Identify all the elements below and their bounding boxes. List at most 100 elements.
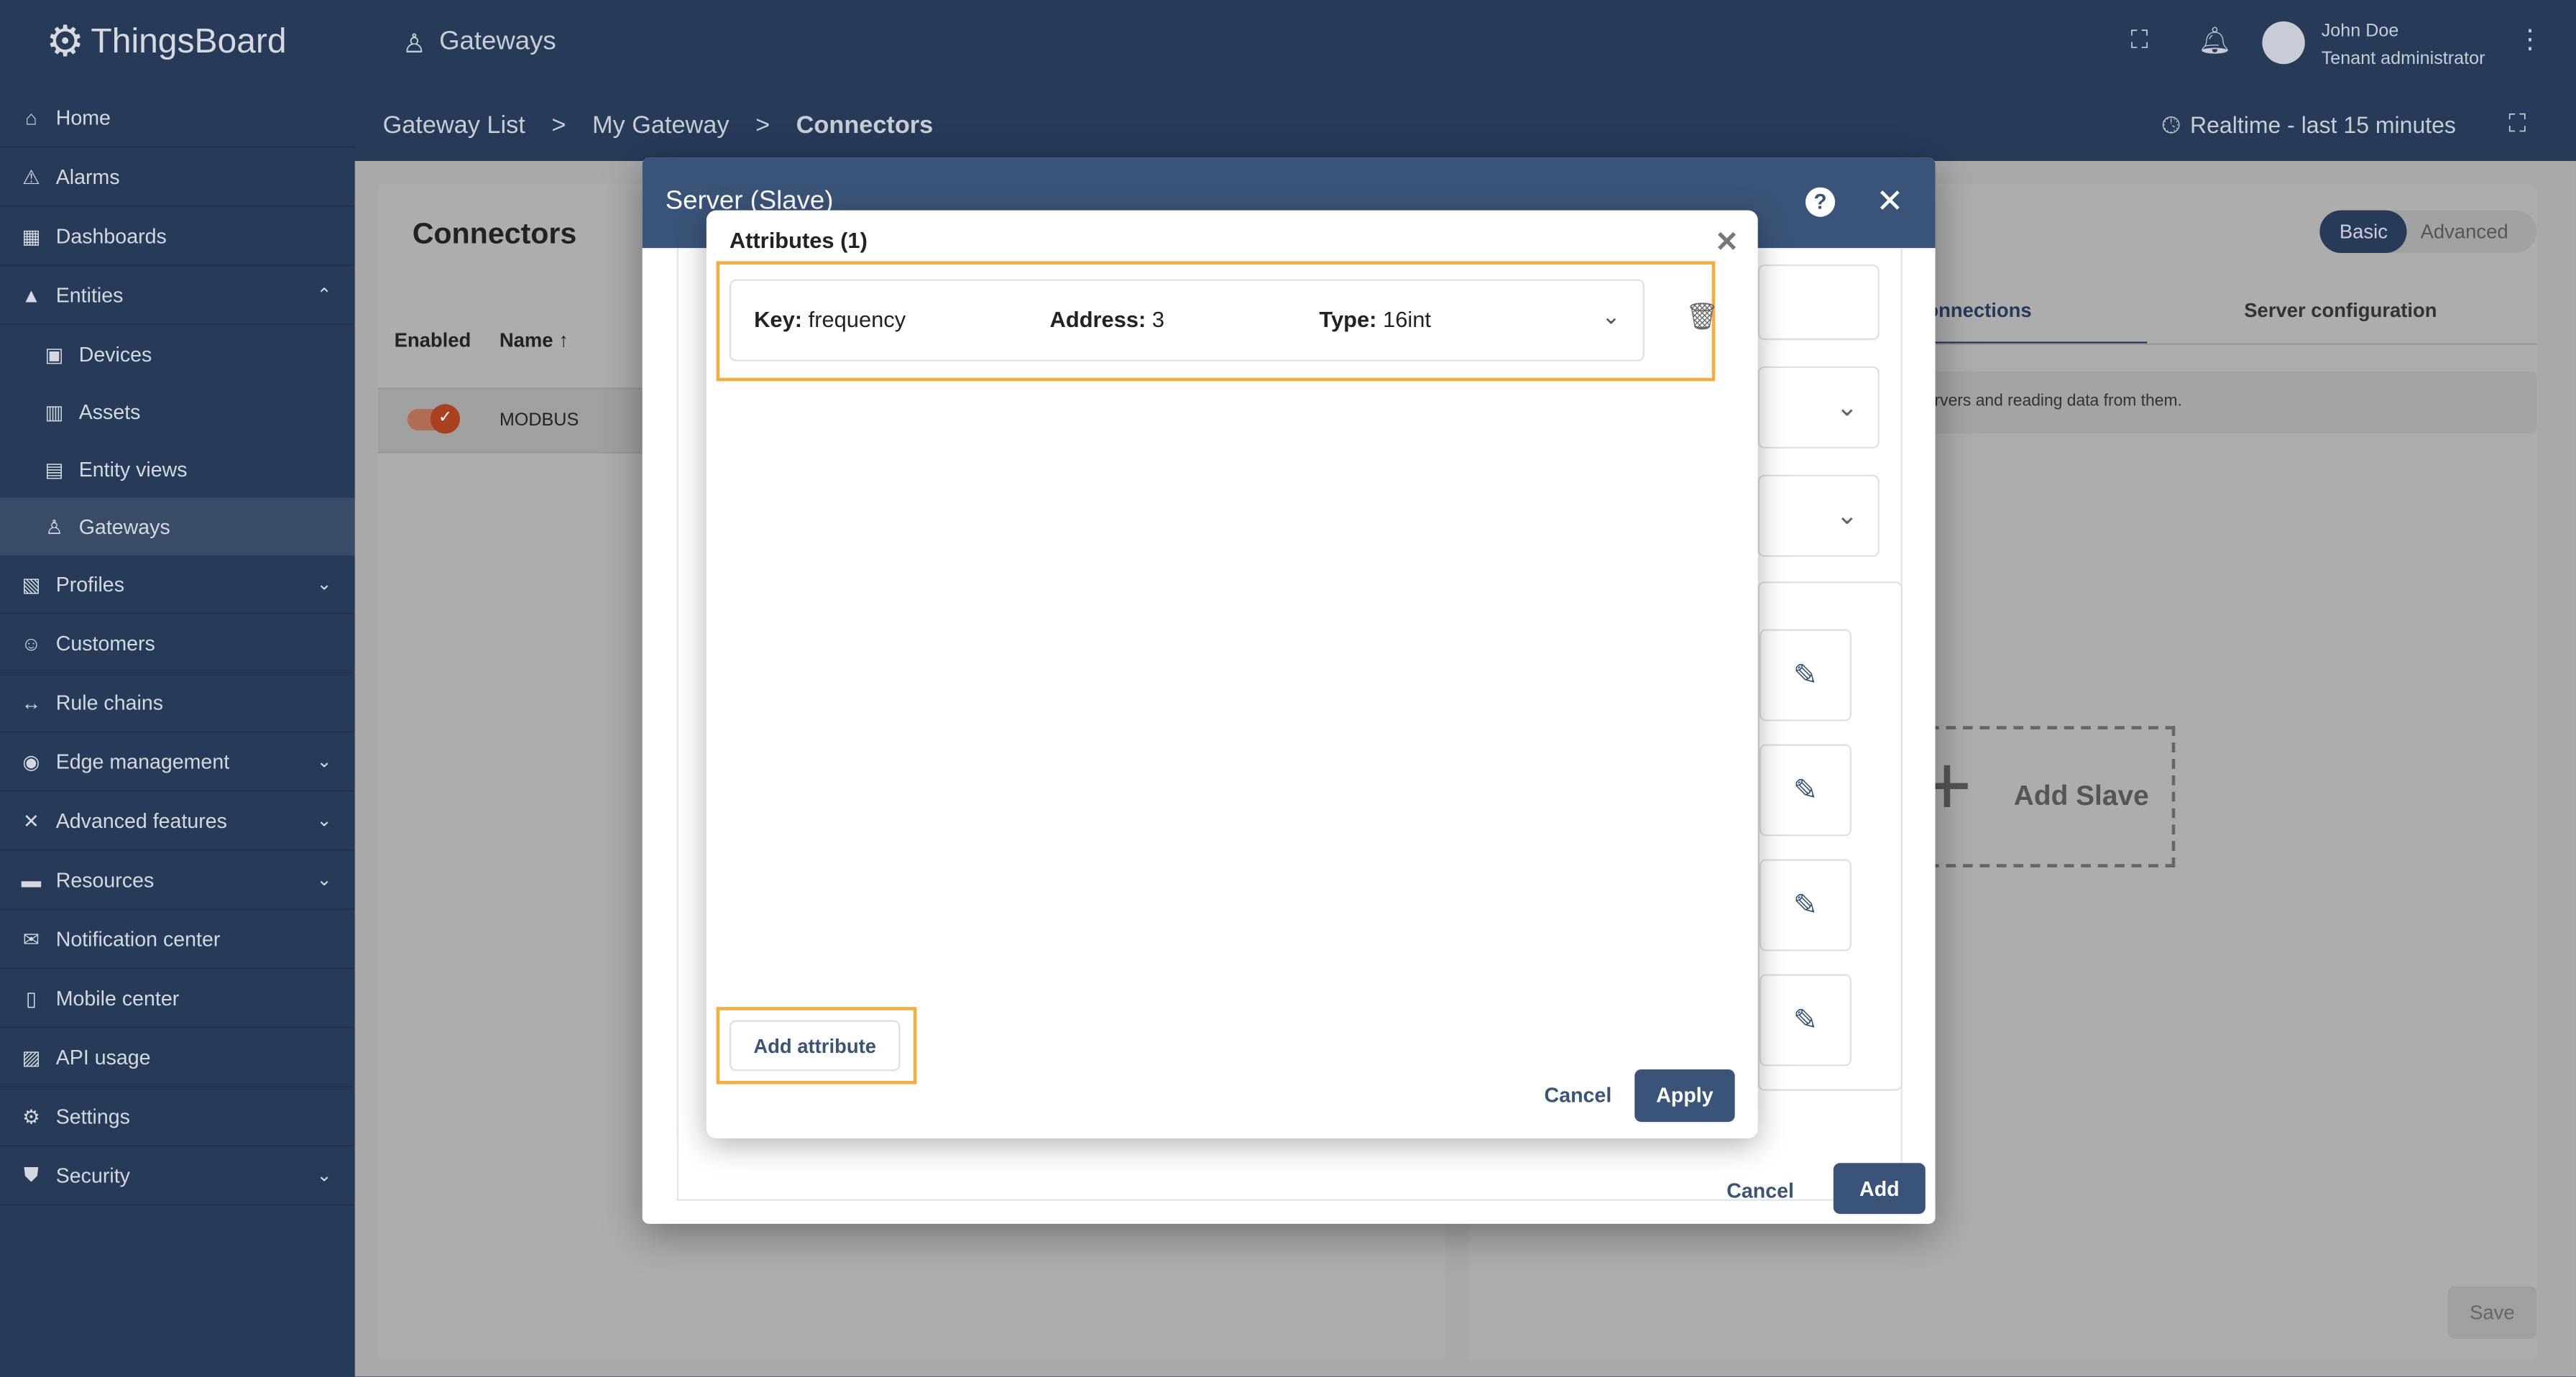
breadcrumb: Gateway List > My Gateway > Connectors [383, 111, 934, 139]
sidebar-item-dashboards[interactable]: ▦ Dashboards [0, 207, 355, 267]
sidebar-item-label: Security [55, 1164, 130, 1187]
breadcrumb-separator: > [755, 111, 770, 140]
sidebar-item-label: Customers [55, 631, 155, 655]
edit-icon[interactable]: ✎ [1759, 744, 1852, 837]
sidebar-item-label: Devices [78, 342, 152, 366]
col-name-label: Name [499, 328, 553, 352]
add-slave-button[interactable]: + Add Slave [1912, 726, 2176, 867]
edit-icon[interactable]: ✎ [1759, 859, 1852, 952]
attributes-popover: Attributes (1) ✕ Key: frequency Address:… [706, 210, 1758, 1138]
add-attribute-button[interactable]: Add attribute [729, 1020, 901, 1072]
user-name: John Doe [2321, 21, 2399, 42]
gateway-icon: ♙ [402, 31, 426, 60]
notifications-bell-icon[interactable]: 🔔︎ [2198, 24, 2231, 57]
sidebar-item-label: Resources [55, 867, 155, 891]
sidebar-item-api-usage[interactable]: ▨ API usage [0, 1028, 355, 1088]
sidebar-item-mobile-center[interactable]: ▯ Mobile center [0, 970, 355, 1028]
fullscreen-icon[interactable]: ⛶ [2508, 110, 2526, 138]
devices-icon: ▣ [45, 342, 64, 366]
timewindow-button[interactable]: 🕓︎ Realtime - last 15 minutes [2162, 111, 2456, 139]
breadcrumb-gateway-list[interactable]: Gateway List [383, 111, 525, 139]
chevron-down-icon[interactable]: ⌄ [1602, 304, 1621, 331]
sidebar-item-label: Profiles [55, 572, 124, 596]
sidebar-item-label: Dashboards [55, 224, 167, 247]
help-icon[interactable]: ? [1805, 187, 1836, 217]
home-icon: ⌂ [25, 106, 37, 129]
logo[interactable]: ⚙ ThingsBoard [46, 17, 287, 68]
address-label: Address: [1049, 307, 1146, 332]
breadcrumb-my-gateway[interactable]: My Gateway [592, 111, 730, 139]
tab-connections[interactable]: Connections [1912, 299, 2148, 345]
col-enabled[interactable]: Enabled [395, 328, 472, 351]
sidebar-item-customers[interactable]: ☺ Customers [0, 614, 355, 674]
sidebar-item-label: API usage [55, 1045, 151, 1069]
attribute-key: Key: frequency [754, 307, 906, 331]
type-label: Type: [1319, 307, 1377, 332]
edge-management-icon: ◉ [22, 750, 40, 773]
tab-server-configuration[interactable]: Server configuration [2244, 299, 2437, 322]
type-value: 16int [1383, 307, 1431, 332]
assets-icon: ▥ [45, 400, 64, 423]
attribute-highlight: Key: frequency Address: 3 Type: 16int ⌄ … [716, 261, 1719, 382]
close-icon[interactable]: ✕ [1715, 226, 1739, 259]
resources-icon: ▬ [21, 867, 42, 891]
tab-divider [1912, 343, 2537, 345]
entities-icon: ▲ [21, 283, 41, 307]
breadcrumb-separator: > [551, 111, 566, 140]
sidebar-item-rule-chains[interactable]: ↔ Rule chains [0, 673, 355, 733]
rule-chains-icon: ↔ [21, 691, 42, 714]
sidebar-item-entity-views[interactable]: ▤ Entity views [0, 441, 355, 498]
dialog-cancel-button[interactable]: Cancel [1726, 1166, 1794, 1216]
customers-icon: ☺ [21, 631, 42, 655]
sidebar-item-assets[interactable]: ▥ Assets [0, 383, 355, 441]
sidebar-item-label: Settings [55, 1105, 130, 1128]
mode-advanced[interactable]: Advanced [2407, 211, 2521, 253]
slave-field[interactable] [1757, 264, 1880, 341]
slave-select[interactable]: ⌄ [1757, 366, 1880, 448]
fullscreen-icon[interactable]: ⛶ [2131, 27, 2148, 55]
sidebar-item-profiles[interactable]: ▧ Profiles ⌄ [0, 556, 355, 614]
add-attribute-highlight: Add attribute [716, 1007, 917, 1084]
sidebar-item-home[interactable]: ⌂ Home [0, 88, 355, 148]
edit-icon[interactable]: ✎ [1759, 974, 1852, 1067]
apply-button[interactable]: Apply [1634, 1069, 1735, 1123]
sort-arrow-icon: ↑ [558, 328, 569, 352]
save-button[interactable]: Save [2447, 1286, 2537, 1339]
alarms-icon: ⚠ [22, 165, 40, 188]
sidebar-item-label: Edge management [55, 750, 230, 773]
sidebar-item-settings[interactable]: ⚙ Settings [0, 1087, 355, 1147]
edit-icon[interactable]: ✎ [1759, 629, 1852, 722]
sidebar-item-edge-management[interactable]: ◉ Edge management ⌄ [0, 732, 355, 792]
attributes-cancel-button[interactable]: Cancel [1545, 1071, 1612, 1120]
sidebar-item-alarms[interactable]: ⚠ Alarms [0, 148, 355, 207]
connectors-title: Connectors [412, 216, 577, 250]
user-info[interactable]: John Doe Tenant administrator [2322, 18, 2485, 74]
avatar[interactable] [2262, 21, 2305, 65]
advanced-features-icon: ✕ [22, 809, 40, 832]
col-name[interactable]: Name ↑ [500, 328, 569, 351]
sidebar-item-devices[interactable]: ▣ Devices [0, 326, 355, 383]
sidebar-item-gateways[interactable]: ♙ Gateways [0, 497, 355, 556]
sidebar-item-notification-center[interactable]: ✉ Notification center [0, 910, 355, 970]
sidebar-item-advanced-features[interactable]: ✕ Advanced features ⌄ [0, 792, 355, 851]
connector-name: MODBUS [499, 410, 579, 430]
attribute-row[interactable]: Key: frequency Address: 3 Type: 16int ⌄ [729, 279, 1644, 361]
dashboards-icon: ▦ [22, 224, 41, 247]
sidebar-item-security[interactable]: ⛊ Security ⌄ [0, 1146, 355, 1206]
sidebar-item-label: Entities [55, 283, 124, 307]
chevron-icon: ⌃ [316, 285, 332, 306]
mode-basic[interactable]: Basic [2319, 210, 2408, 253]
sidebar-item-resources[interactable]: ▬ Resources ⌄ [0, 851, 355, 911]
notification-center-icon: ✉ [22, 927, 40, 951]
dialog-add-button[interactable]: Add [1833, 1163, 1926, 1215]
attribute-address: Address: 3 [1050, 307, 1165, 331]
sidebar-item-entities[interactable]: ▲ Entities ⌃ [0, 266, 355, 326]
slave-select[interactable]: ⌄ [1757, 474, 1880, 557]
delete-icon[interactable]: 🗑︎ [1685, 300, 1719, 333]
more-menu-icon[interactable]: ⋮ [2517, 23, 2544, 56]
section-title: ♙ Gateways [402, 28, 556, 61]
sidebar-item-label: Notification center [55, 927, 221, 951]
close-icon[interactable]: ✕ [1876, 180, 1903, 221]
enabled-toggle[interactable]: ✓ [407, 404, 460, 434]
sidebar-item-label: Home [55, 106, 111, 129]
